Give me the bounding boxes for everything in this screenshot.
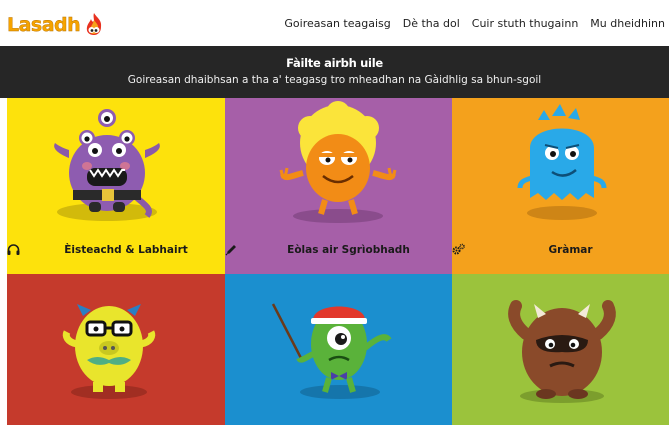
tile-label-text: Eòlas air Sgrìobhadh (287, 243, 410, 256)
headphones-icon (7, 243, 57, 256)
welcome-banner: Fàilte airbh uile Goireasan dhaibhsan a … (0, 46, 669, 98)
tile-green[interactable] (452, 274, 669, 425)
brown-monster-illustration (508, 300, 616, 403)
main-nav: Goireasan teagaisg Dè tha dol Cuir stuth… (284, 0, 665, 46)
tile-label: Gràmar (452, 243, 669, 256)
yellow-monster-illustration (62, 304, 156, 399)
green-monster-illustration (271, 303, 392, 399)
banner-subtitle: Goireasan dhaibhsan a tha a' teagasg tro… (127, 74, 542, 86)
tile-gramar[interactable]: Gràmar (452, 98, 669, 274)
banner-title: Fàilte airbh uile (286, 56, 383, 70)
site-header: Lasadh Goireasan teagaisg Dè tha dol Cui… (0, 0, 669, 46)
tile-blue[interactable] (225, 274, 452, 425)
site-logo[interactable]: Lasadh (7, 12, 107, 38)
nav-link-mu-dheidhinn[interactable]: Mu dheidhinn (590, 17, 665, 30)
nav-link-cuir-stuth-thugainn[interactable]: Cuir stuth thugainn (472, 17, 579, 30)
tile-label: Eòlas air Sgrìobhadh (225, 243, 452, 256)
tile-eolas-air-sgriobhadh[interactable]: Eòlas air Sgrìobhadh (225, 98, 452, 274)
logo-text: Lasadh (7, 14, 81, 36)
nav-link-de-tha-dol[interactable]: Dè tha dol (403, 17, 460, 30)
tile-label: Èisteachd & Labhairt (7, 243, 225, 256)
flame-icon (81, 12, 107, 38)
pencil-icon (225, 243, 280, 256)
tile-label-text: Èisteachd & Labhairt (64, 243, 188, 256)
gears-icon (452, 243, 541, 256)
tile-eisteachd-labhairt[interactable]: Èisteachd & Labhairt (7, 98, 225, 274)
tile-label-text: Gràmar (548, 243, 593, 256)
nav-link-goireasan-teagaisg[interactable]: Goireasan teagaisg (284, 17, 390, 30)
tile-red[interactable] (7, 274, 225, 425)
